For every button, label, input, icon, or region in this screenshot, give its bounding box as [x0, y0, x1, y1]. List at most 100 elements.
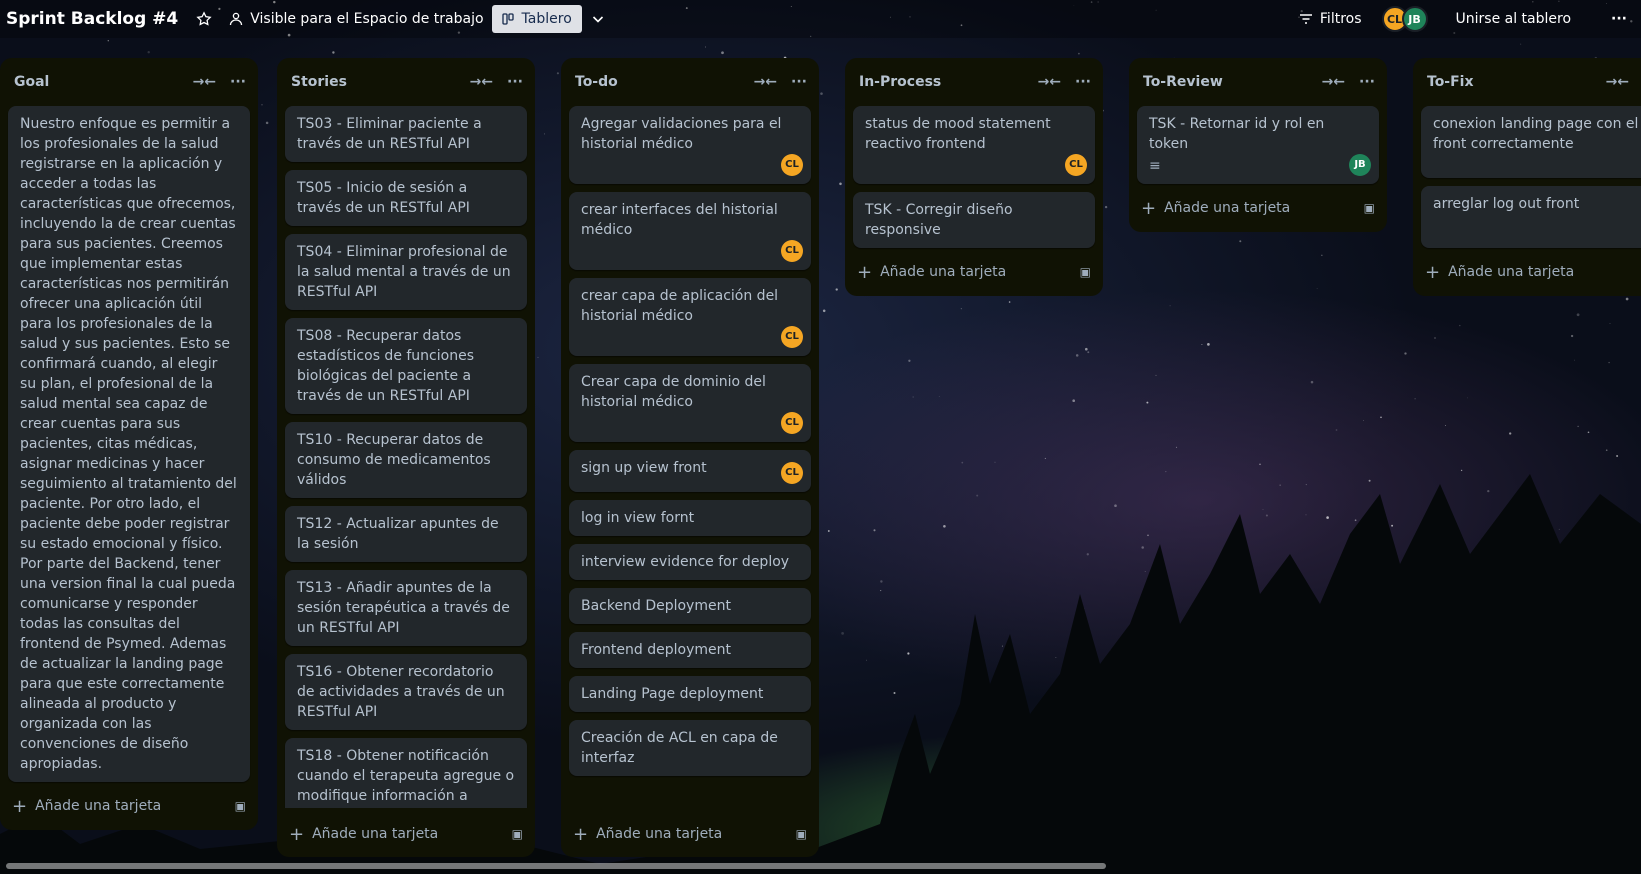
- add-card-button[interactable]: + Añade una tarjeta: [1413, 256, 1641, 288]
- collapse-list-icon[interactable]: →←: [193, 74, 216, 90]
- list-card[interactable]: TS12 - Actualizar apuntes de la sesión: [285, 506, 527, 562]
- member-avatar[interactable]: CL: [781, 326, 803, 348]
- filter-icon: [1299, 14, 1312, 24]
- star-button[interactable]: [188, 5, 220, 33]
- scrollbar-thumb[interactable]: [6, 863, 1106, 869]
- list-card[interactable]: Creación de ACL en capa de interfaz: [569, 720, 811, 776]
- plus-icon: +: [573, 823, 589, 845]
- list-stories: Stories →← ··· TS03 - Eliminar paciente a…: [277, 58, 535, 857]
- visibility-button[interactable]: Visible para el Espacio de trabajo: [220, 5, 491, 33]
- list-menu-icon[interactable]: ···: [791, 74, 807, 90]
- member-avatar[interactable]: CL: [781, 154, 803, 176]
- card-title: crear capa de aplicación del historial m…: [581, 288, 779, 324]
- list-card[interactable]: TSK - Corregir diseño responsive: [853, 192, 1095, 248]
- collapse-list-icon[interactable]: →←: [1322, 74, 1345, 90]
- plus-icon: +: [857, 261, 873, 283]
- list-menu-icon[interactable]: ···: [230, 74, 246, 90]
- list-title[interactable]: Goal: [14, 74, 193, 90]
- list-card[interactable]: TS08 - Recuperar datos estadísticos de f…: [285, 318, 527, 414]
- list-header: Stories →← ···: [277, 58, 535, 106]
- list-card[interactable]: TS04 - Eliminar profesional de la salud …: [285, 234, 527, 310]
- chevron-down-icon: [592, 16, 603, 23]
- plus-icon: +: [1141, 197, 1157, 219]
- list-card[interactable]: Frontend deployment: [569, 632, 811, 668]
- list-header: In-Process →← ···: [845, 58, 1103, 106]
- list-menu-icon[interactable]: ···: [1075, 74, 1091, 90]
- plus-icon: +: [289, 823, 305, 845]
- list-card[interactable]: conexion landing page con el front corre…: [1421, 106, 1641, 178]
- list-card[interactable]: TS05 - Inicio de sesión a través de un R…: [285, 170, 527, 226]
- horizontal-scrollbar[interactable]: [0, 860, 1641, 872]
- collapse-list-icon[interactable]: →←: [754, 74, 777, 90]
- card-title: crear interfaces del historial médico: [581, 202, 778, 238]
- list-to-fix: To-Fix →←··· conexion landing page con e…: [1413, 58, 1641, 296]
- member-avatar[interactable]: CL: [781, 412, 803, 434]
- visibility-label: Visible para el Espacio de trabajo: [250, 11, 484, 27]
- list-card[interactable]: Agregar validaciones para el historial m…: [569, 106, 811, 184]
- list-menu-icon[interactable]: ···: [1359, 74, 1375, 90]
- add-card-button[interactable]: + Añade una tarjeta ▣: [0, 790, 258, 822]
- workspace-visibility-icon: [230, 12, 243, 26]
- list-card[interactable]: TS10 - Recuperar datos de consumo de med…: [285, 422, 527, 498]
- list-title[interactable]: In-Process: [859, 74, 1038, 90]
- list-todo: To-do →← ··· Agregar validaciones para el…: [561, 58, 819, 857]
- filters-button[interactable]: Filtros: [1290, 5, 1370, 33]
- star-icon: [196, 11, 212, 26]
- list-card[interactable]: crear interfaces del historial médico CL: [569, 192, 811, 270]
- list-title[interactable]: To-Review: [1143, 74, 1322, 90]
- card-title: Crear capa de dominio del historial médi…: [581, 374, 766, 410]
- member-avatar[interactable]: CL: [1065, 154, 1087, 176]
- card-template-icon[interactable]: ▣: [512, 827, 523, 841]
- list-card[interactable]: TS03 - Eliminar paciente a través de un …: [285, 106, 527, 162]
- list-card[interactable]: interview evidence for deploy: [569, 544, 811, 580]
- list-card[interactable]: arreglar log out front: [1421, 186, 1641, 248]
- list-card[interactable]: log in view fornt: [569, 500, 811, 536]
- add-card-button[interactable]: + Añade una tarjeta ▣: [561, 818, 819, 850]
- list-card[interactable]: sign up view front CL: [569, 450, 811, 492]
- collapse-list-icon[interactable]: →←: [1606, 74, 1629, 90]
- card-template-icon[interactable]: ▣: [796, 827, 807, 841]
- add-card-label: Añade una tarjeta: [35, 798, 162, 814]
- board-title[interactable]: Sprint Backlog #4: [6, 9, 178, 29]
- list-to-fix-viewport: To-Fix →←··· conexion landing page con e…: [1413, 58, 1641, 318]
- list-card[interactable]: Landing Page deployment: [569, 676, 811, 712]
- card-template-icon[interactable]: ▣: [1364, 201, 1375, 215]
- list-card[interactable]: status de mood statement reactivo fronte…: [853, 106, 1095, 184]
- list-card[interactable]: TSK - Retornar id y rol en token ≡ JB: [1137, 106, 1379, 184]
- board-view-tab[interactable]: Tablero: [491, 5, 582, 33]
- plus-icon: +: [12, 795, 28, 817]
- collapse-list-icon[interactable]: →←: [1038, 74, 1061, 90]
- list-title[interactable]: Stories: [291, 74, 470, 90]
- list-header: To-Fix →←···: [1413, 58, 1641, 106]
- card-title: status de mood statement reactivo fronte…: [865, 116, 1051, 152]
- list-title[interactable]: To-do: [575, 74, 754, 90]
- member-avatar[interactable]: JB: [1349, 154, 1371, 176]
- list-card[interactable]: TS18 - Obtener notificación cuando el te…: [285, 738, 527, 808]
- list-header: Goal →← ···: [0, 58, 258, 106]
- add-card-button[interactable]: + Añade una tarjeta ▣: [1129, 192, 1387, 224]
- list-card[interactable]: crear capa de aplicación del historial m…: [569, 278, 811, 356]
- board-header: Sprint Backlog #4 Visible para el Espaci…: [0, 0, 1641, 38]
- avatar[interactable]: JB: [1401, 6, 1428, 32]
- list-menu-icon[interactable]: ···: [507, 74, 523, 90]
- member-avatar[interactable]: CL: [781, 240, 803, 262]
- list-card[interactable]: Nuestro enfoque es permitir a los profes…: [8, 106, 250, 782]
- add-card-label: Añade una tarjeta: [880, 264, 1007, 280]
- list-card[interactable]: Backend Deployment: [569, 588, 811, 624]
- member-avatar[interactable]: CL: [781, 462, 803, 484]
- list-title[interactable]: To-Fix: [1427, 74, 1606, 90]
- add-card-button[interactable]: + Añade una tarjeta ▣: [845, 256, 1103, 288]
- card-template-icon[interactable]: ▣: [1080, 265, 1091, 279]
- add-card-button[interactable]: + Añade una tarjeta ▣: [277, 818, 535, 850]
- more-menu-icon[interactable]: ···: [1603, 5, 1635, 33]
- list-card[interactable]: TS16 - Obtener recordatorio de actividad…: [285, 654, 527, 730]
- collapse-list-icon[interactable]: →←: [470, 74, 493, 90]
- list-card[interactable]: TS13 - Añadir apuntes de la sesión terap…: [285, 570, 527, 646]
- add-card-label: Añade una tarjeta: [1164, 200, 1291, 216]
- list-card[interactable]: Crear capa de dominio del historial médi…: [569, 364, 811, 442]
- board-view-icon: [501, 13, 514, 25]
- join-board-button[interactable]: Unirse al tablero: [1448, 5, 1580, 33]
- views-dropdown-button[interactable]: [582, 5, 614, 33]
- card-template-icon[interactable]: ▣: [235, 799, 246, 813]
- card-title: sign up view front: [581, 460, 707, 476]
